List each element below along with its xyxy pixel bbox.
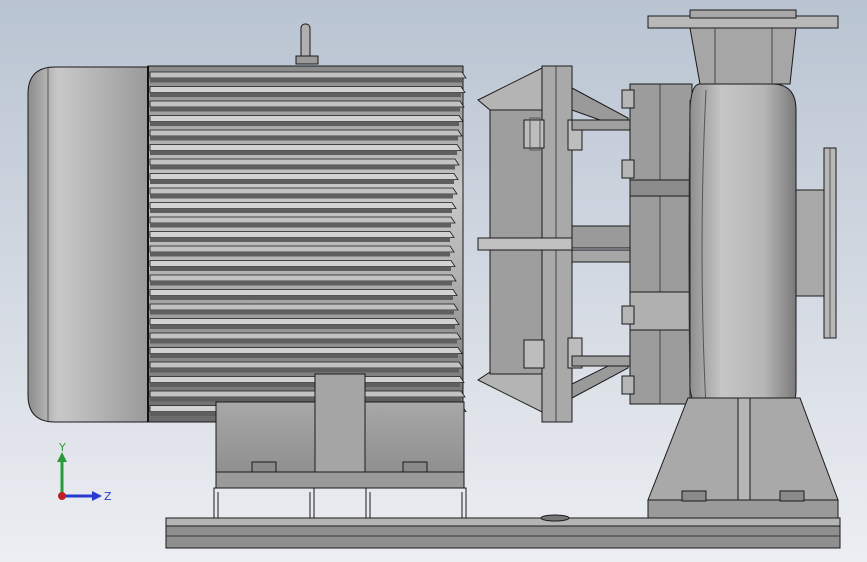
fin-gap — [150, 338, 457, 344]
fin-gap — [150, 92, 461, 97]
cooling-fin — [149, 289, 458, 296]
lifting-eye[interactable] — [295, 23, 319, 65]
cooling-fin — [149, 361, 464, 369]
cooling-fin — [149, 260, 456, 267]
fin-gap — [150, 266, 451, 271]
fin-gap — [150, 382, 460, 387]
cooling-fin — [149, 187, 458, 195]
cooling-fin — [149, 318, 460, 325]
origin-dot — [58, 492, 66, 500]
fin-gap — [150, 179, 454, 184]
cooling-fin — [149, 129, 463, 137]
cooling-fin — [149, 376, 465, 383]
cooling-fin — [149, 216, 456, 224]
fin-gap — [150, 106, 460, 112]
cooling-fin — [149, 303, 459, 311]
cooling-fin — [149, 347, 463, 354]
cooling-fin — [149, 231, 455, 238]
motor-end-cap[interactable] — [27, 66, 149, 423]
pump-volute-casing[interactable] — [688, 83, 797, 415]
cooling-fin — [149, 332, 462, 340]
fin-gap — [150, 396, 461, 402]
fin-gap — [150, 367, 459, 373]
fin-gap — [150, 237, 450, 242]
tie-rods — [571, 119, 631, 367]
suction-nozzle[interactable] — [795, 147, 837, 339]
fin-gap — [150, 280, 452, 286]
cooling-fin — [149, 390, 466, 398]
y-axis-label: Y — [58, 441, 66, 454]
fin-gap — [150, 251, 450, 257]
z-axis-label: Z — [104, 490, 112, 503]
base-rail[interactable] — [165, 517, 841, 549]
discharge-nozzle[interactable] — [647, 9, 839, 85]
fin-gap — [150, 135, 458, 141]
cooling-fin — [149, 202, 457, 209]
model-viewport[interactable]: Y Z — [0, 0, 867, 562]
fin-gap — [150, 295, 453, 300]
fin-gap — [150, 324, 455, 329]
pump-assembly-model[interactable] — [0, 0, 867, 562]
cooling-fin — [149, 86, 466, 93]
motor-body[interactable] — [147, 65, 467, 423]
cooling-fin — [149, 100, 465, 108]
cooling-fin — [149, 245, 455, 253]
fin-gap — [150, 150, 457, 155]
pump-bearing-housing[interactable] — [621, 83, 693, 405]
fin-gap — [150, 77, 462, 83]
pump-support-foot[interactable] — [647, 397, 839, 519]
cooling-fin — [149, 71, 467, 79]
coordinate-triad[interactable]: Y Z — [50, 440, 120, 510]
cooling-fin — [149, 173, 459, 180]
cooling-fin — [149, 144, 462, 151]
fin-gap — [150, 309, 454, 315]
z-axis-arrowhead — [92, 491, 102, 501]
fin-gap — [150, 353, 458, 358]
fin-gap — [150, 164, 455, 170]
cooling-fin — [149, 274, 457, 282]
cooling-fin — [149, 158, 460, 166]
cooling-fin — [149, 115, 464, 122]
fin-gap — [150, 208, 452, 213]
fin-gap — [150, 121, 459, 126]
fin-gap — [150, 222, 451, 228]
fin-gap — [150, 193, 453, 199]
